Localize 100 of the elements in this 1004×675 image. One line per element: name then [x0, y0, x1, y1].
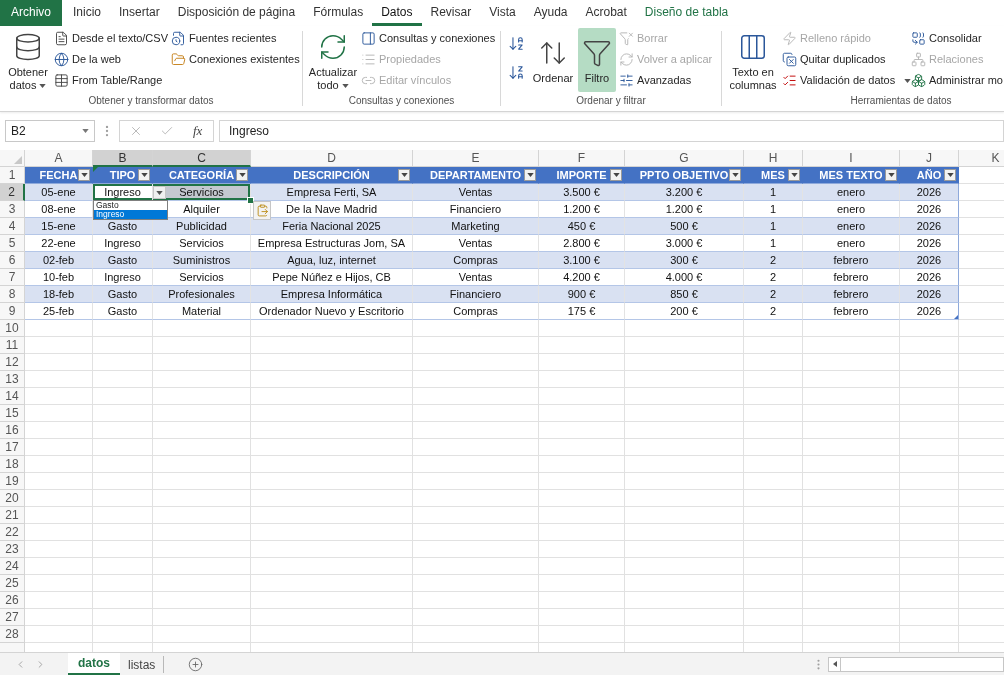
ribbon-button[interactable]: De la web	[54, 49, 121, 70]
fill-handle[interactable]	[247, 197, 254, 204]
column-letter[interactable]: F	[539, 150, 625, 167]
column-letter[interactable]: I	[803, 150, 900, 167]
filter-dropdown-button[interactable]	[885, 169, 897, 181]
row-number[interactable]: 9	[0, 303, 25, 320]
dropdown-option[interactable]: Ingreso	[94, 210, 167, 219]
ribbon-button[interactable]: Consolidar	[911, 28, 982, 49]
empty-cell	[900, 490, 959, 507]
table-cell: 02-feb	[25, 252, 93, 269]
row-number[interactable]: 10	[0, 320, 25, 337]
row-number[interactable]: 11	[0, 337, 25, 354]
ribbon-tab[interactable]: Revisar	[421, 0, 481, 26]
row-number[interactable]: 2	[0, 184, 25, 201]
row-number[interactable]: 12	[0, 354, 25, 371]
row-number[interactable]: 3	[0, 201, 25, 218]
ribbon-button[interactable]: Conexiones existentes	[171, 49, 300, 70]
filter-dropdown-button[interactable]	[236, 169, 248, 181]
ribbon-button[interactable]: Avanzadas	[619, 70, 692, 91]
ribbon-tab[interactable]: Datos	[372, 0, 422, 26]
row-number[interactable]: 1	[0, 167, 25, 184]
ribbon-tab[interactable]: Acrobat	[576, 0, 636, 26]
ribbon-button[interactable]: Administrar mo	[911, 70, 1003, 91]
ribbon-button[interactable]: Fuentes recientes	[171, 28, 277, 49]
ribbon-button[interactable]: Obtener datos	[5, 28, 51, 92]
filter-dropdown-button[interactable]	[138, 169, 150, 181]
row-number[interactable]: 23	[0, 541, 25, 558]
ribbon-button[interactable]: Desde el texto/CSV	[54, 28, 168, 49]
ribbon-button[interactable]: Filtro	[578, 28, 616, 92]
row-number[interactable]: 22	[0, 524, 25, 541]
empty-cell	[93, 626, 153, 643]
filter-dropdown-button[interactable]	[398, 169, 410, 181]
row-number[interactable]: 19	[0, 473, 25, 490]
table-cell: 2026	[900, 235, 959, 252]
ribbon-button[interactable]: Validación de datos	[782, 70, 912, 91]
name-box[interactable]: B2	[5, 120, 95, 142]
empty-cell	[900, 609, 959, 626]
ribbon-tab[interactable]: Disposición de página	[168, 0, 305, 26]
empty-cell	[93, 405, 153, 422]
add-sheet-icon[interactable]	[188, 656, 204, 672]
ribbon-button[interactable]: Ordenar	[531, 28, 575, 92]
ribbon-tab[interactable]: Insertar	[110, 0, 169, 26]
check-icon[interactable]	[159, 124, 174, 138]
row-number[interactable]: 18	[0, 456, 25, 473]
formula-input[interactable]: Ingreso	[219, 120, 1004, 142]
ribbon-button[interactable]: Quitar duplicados	[782, 49, 886, 70]
horizontal-scrollbar[interactable]	[828, 656, 1004, 672]
filter-dropdown-button[interactable]	[729, 169, 741, 181]
ribbon-button[interactable]: Actualizar todo	[308, 28, 358, 92]
ribbon-tab[interactable]: Inicio	[64, 0, 111, 26]
row-number[interactable]: 6	[0, 252, 25, 269]
ribbon-tab[interactable]: Vista	[480, 0, 525, 26]
column-letter[interactable]: J	[900, 150, 959, 167]
ribbon-button[interactable]: From Table/Range	[54, 70, 163, 91]
row-number[interactable]: 27	[0, 609, 25, 626]
row-number[interactable]: 8	[0, 286, 25, 303]
insert-function-button[interactable]: fx	[191, 121, 205, 141]
row-number[interactable]: 7	[0, 269, 25, 286]
ribbon-tab[interactable]: Diseño de tabla	[635, 0, 738, 26]
table-cell: febrero	[803, 252, 900, 269]
filter-dropdown-button[interactable]	[944, 169, 956, 181]
sheet-tab[interactable]: datos	[68, 653, 120, 675]
column-letter[interactable]: G	[625, 150, 744, 167]
row-number[interactable]: 14	[0, 388, 25, 405]
ribbon-tab[interactable]: Fórmulas	[304, 0, 373, 26]
filter-dropdown-button[interactable]	[788, 169, 800, 181]
empty-cell	[93, 592, 153, 609]
ribbon-button[interactable]: Texto en columnas	[727, 28, 779, 92]
column-letter[interactable]: C	[153, 150, 251, 167]
row-number[interactable]: 5	[0, 235, 25, 252]
row-number[interactable]: 15	[0, 405, 25, 422]
column-letter[interactable]: B	[93, 150, 153, 167]
filter-dropdown-button[interactable]	[610, 169, 622, 181]
row-number[interactable]: 13	[0, 371, 25, 388]
column-letter[interactable]: D	[251, 150, 413, 167]
ribbon-button[interactable]: Consultas y conexiones	[361, 28, 496, 49]
row-number[interactable]: 28	[0, 626, 25, 643]
row-number[interactable]: 24	[0, 558, 25, 575]
filter-dropdown-button[interactable]	[524, 169, 536, 181]
column-letter[interactable]: A	[25, 150, 93, 167]
row-number[interactable]: 20	[0, 490, 25, 507]
cell-value: 2026	[916, 303, 942, 319]
row-number[interactable]: 26	[0, 592, 25, 609]
table-cell: 1	[744, 184, 803, 201]
row-number[interactable]: 16	[0, 422, 25, 439]
ribbon-tab[interactable]: Ayuda	[524, 0, 577, 26]
row-number[interactable]: 21	[0, 507, 25, 524]
column-letter[interactable]: K	[959, 150, 1004, 167]
row-number[interactable]: 25	[0, 575, 25, 592]
row-number[interactable]: 17	[0, 439, 25, 456]
row-number[interactable]: 4	[0, 218, 25, 235]
resize-handle-icon[interactable]	[954, 315, 958, 319]
empty-cell	[900, 524, 959, 541]
file-tab[interactable]: Archivo	[0, 0, 62, 26]
column-letter[interactable]: E	[413, 150, 539, 167]
filter-dropdown-button[interactable]	[78, 169, 90, 181]
column-letter[interactable]: H	[744, 150, 803, 167]
sheet-tab[interactable]: listas	[120, 655, 165, 673]
caret-icon	[612, 173, 620, 177]
cell-dropdown-button[interactable]	[153, 186, 166, 199]
